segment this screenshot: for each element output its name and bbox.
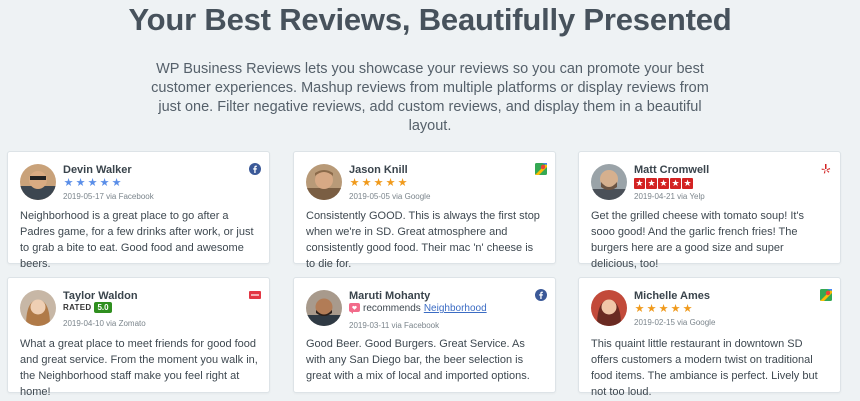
star-icon: ★ — [658, 178, 669, 189]
star-icon: ★ — [682, 303, 693, 315]
star-icon: ★ — [385, 177, 396, 189]
avatar — [591, 164, 627, 200]
star-icon: ★ — [658, 303, 669, 315]
google-maps-icon[interactable] — [535, 162, 547, 175]
review-text: Get the grilled cheese with tomato soup!… — [591, 210, 805, 270]
zomato-rating: RATED 5.0 — [63, 302, 112, 313]
star-icon: ★ — [670, 303, 681, 315]
reviewer-name: Taylor Waldon — [63, 290, 138, 302]
star-icon: ★ — [63, 177, 74, 189]
page-title: Your Best Reviews, Beautifully Presented — [128, 2, 732, 37]
review-meta: 2019-03-11 via Facebook — [349, 321, 440, 330]
recommendation: recommends Neighborhood — [349, 303, 487, 314]
avatar — [20, 290, 56, 326]
recommends-text: recommends — [363, 303, 421, 314]
business-link[interactable]: Neighborhood — [424, 303, 487, 314]
review-text: Consistently GOOD. This is always the fi… — [306, 210, 540, 270]
avatar — [306, 164, 342, 200]
star-icon: ★ — [670, 178, 681, 189]
facebook-icon[interactable] — [535, 288, 547, 301]
review-meta: 2019-04-21 via Yelp — [634, 192, 705, 201]
google-maps-icon[interactable] — [820, 288, 832, 301]
reviewer-name: Jason Knill — [349, 164, 408, 176]
review-card: Matt Cromwell ★ ★ ★ ★ ★ 2019-04-21 via Yelp … — [578, 151, 841, 270]
star-icon: ★ — [75, 177, 86, 189]
star-icon: ★ — [373, 177, 384, 189]
star-icon: ★ — [646, 303, 657, 315]
reviewer-name: Matt Cromwell — [634, 164, 710, 176]
rated-score: 5.0 — [94, 302, 112, 313]
star-icon: ★ — [349, 177, 360, 189]
review-text: What a great place to meet friends for g… — [20, 338, 258, 398]
avatar — [591, 290, 627, 326]
star-icon: ★ — [634, 178, 645, 189]
rated-label: RATED — [63, 303, 92, 312]
zomato-icon[interactable] — [249, 288, 261, 300]
intro-paragraph: WP Business Reviews lets you showcase yo… — [151, 61, 709, 134]
avatar — [20, 164, 56, 200]
review-card: Taylor Waldon RATED 5.0 2019-04-10 via Z… — [7, 277, 270, 398]
star-icon: ★ — [99, 177, 110, 189]
review-card: Jason Knill ★ ★ ★ ★ ★ 2019-05-05 via Google … — [293, 151, 556, 270]
review-meta: 2019-02-15 via Google — [634, 318, 716, 327]
review-card: Maruti Mohanty recommends Neighborhood 2… — [293, 277, 556, 393]
review-text: This quaint little restaurant in downtow… — [591, 338, 818, 398]
reviewer-name: Devin Walker — [63, 164, 132, 176]
star-rating: ★ ★ ★ ★ ★ — [349, 178, 408, 189]
star-icon: ★ — [682, 178, 693, 189]
yelp-icon[interactable] — [820, 162, 832, 174]
star-icon: ★ — [634, 303, 645, 315]
star-rating: ★ ★ ★ ★ ★ — [63, 178, 122, 189]
star-icon: ★ — [111, 177, 122, 189]
star-rating: ★ ★ ★ ★ ★ — [634, 178, 693, 189]
review-meta: 2019-04-10 via Zomato — [63, 319, 146, 328]
avatar — [306, 290, 342, 326]
reviewer-name: Maruti Mohanty — [349, 290, 431, 302]
review-text: Neighborhood is a great place to go afte… — [20, 210, 254, 270]
facebook-icon[interactable] — [249, 162, 261, 175]
review-card: Michelle Ames ★ ★ ★ ★ ★ 2019-02-15 via Googl… — [578, 277, 841, 398]
reviewer-name: Michelle Ames — [634, 290, 711, 302]
star-icon: ★ — [646, 178, 657, 189]
recommend-icon — [349, 303, 360, 314]
star-rating: ★ ★ ★ ★ ★ — [634, 304, 693, 315]
star-icon: ★ — [397, 177, 408, 189]
star-icon: ★ — [361, 177, 372, 189]
review-meta: 2019-05-17 via Facebook — [63, 192, 154, 201]
review-card: Devin Walker ★ ★ ★ ★ ★ 2019-05-17 via Facebo… — [7, 151, 270, 270]
review-text: Good Beer. Good Burgers. Great Service. … — [306, 338, 530, 382]
review-meta: 2019-05-05 via Google — [349, 192, 431, 201]
star-icon: ★ — [87, 177, 98, 189]
